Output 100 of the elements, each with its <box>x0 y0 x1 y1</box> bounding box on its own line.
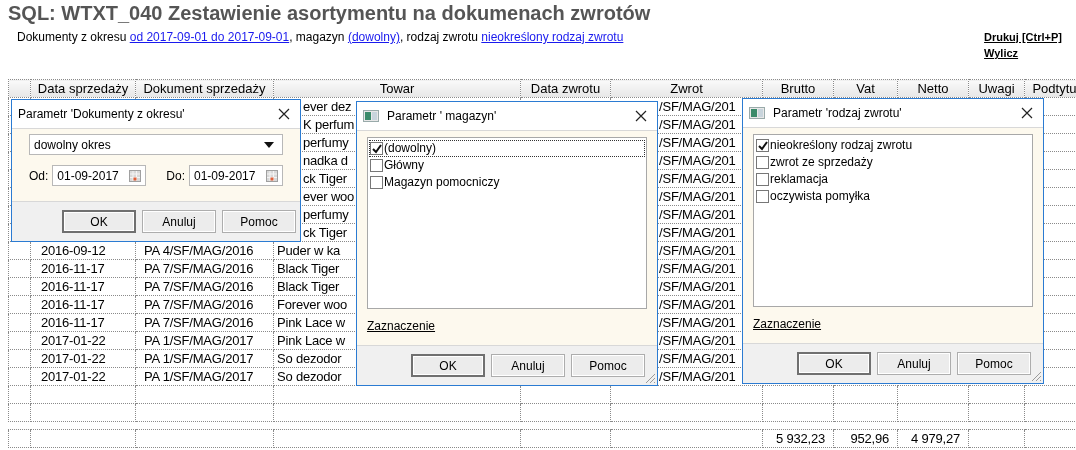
table-cell: PA 1/SF/MAG/2017 <box>144 351 254 366</box>
dialog-button[interactable]: OK <box>62 210 136 233</box>
filter-link[interactable]: (dowolny) <box>347 30 400 44</box>
column-header[interactable]: Netto <box>897 79 969 98</box>
table-cell: PA 1/SF/MAG/2017 <box>144 333 254 348</box>
checkbox[interactable] <box>756 139 769 152</box>
table-cell: /SF/MAG/201 <box>659 99 736 114</box>
resize-grip-icon <box>1030 370 1042 382</box>
list-item[interactable]: nieokreślony rodzaj zwrotu <box>755 137 1031 154</box>
dialog-button[interactable]: Pomoc <box>222 210 296 233</box>
dialog-title: Parametr ' magazyn' <box>387 109 498 123</box>
table-cell: /SF/MAG/201 <box>659 315 736 330</box>
checkbox[interactable] <box>370 159 383 172</box>
table-cell: /SF/MAG/201 <box>659 135 736 150</box>
table-cell: 952,96 <box>850 431 889 446</box>
dialog-button[interactable]: OK <box>797 352 871 375</box>
calendar-icon <box>129 169 142 182</box>
table-cell: 2016-11-17 <box>41 315 105 330</box>
table-cell: Forever woo <box>277 297 348 312</box>
filter-link[interactable]: nieokreślony rodzaj zwrotu <box>481 30 624 44</box>
table-cell: Black Tiger <box>277 279 340 294</box>
dialog-button[interactable]: Anuluj <box>877 352 951 375</box>
dialog-button[interactable]: Anuluj <box>491 354 565 377</box>
table-cell: 2016-09-12 <box>41 243 106 258</box>
table-cell: /SF/MAG/201 <box>659 243 736 258</box>
check-icon <box>371 143 382 154</box>
table-cell: 5 932,23 <box>776 431 825 446</box>
filter-sentence: Dokumenty z okresu od 2017-09-01 do 2017-09-01, magazyn (dowolny), rodzaj zwrotu nieokreślony rodzaj zwrotu <box>16 30 625 44</box>
table-cell: 2016-11-17 <box>41 279 105 294</box>
table-cell: 2017-01-22 <box>41 351 106 366</box>
column-header[interactable]: Data sprzedaży <box>30 79 136 98</box>
column-header[interactable]: Dokument sprzedaży <box>135 79 274 98</box>
list-item[interactable]: Magazyn pomocniczy <box>369 174 645 191</box>
column-header[interactable]: Podtytu <box>1024 79 1076 98</box>
selection-link[interactable]: Zaznaczenie <box>753 317 822 331</box>
table-cell: /SF/MAG/201 <box>659 225 736 240</box>
dialog-title: Parametr 'rodzaj zwrotu' <box>773 106 903 120</box>
checkbox[interactable] <box>756 190 769 203</box>
dialog-title: Parametr 'Dokumenty z okresu' <box>18 107 186 121</box>
dialog-button[interactable]: Pomoc <box>571 354 645 377</box>
field-label: Do: <box>166 168 185 183</box>
table-cell: perfumy <box>303 135 349 150</box>
table-cell: /SF/MAG/201 <box>659 117 736 132</box>
table-cell: 2017-01-22 <box>41 369 106 384</box>
checkbox[interactable] <box>756 156 769 169</box>
column-header[interactable]: Brutto <box>762 79 834 98</box>
table-cell: PA 1/SF/MAG/2017 <box>144 369 254 384</box>
selection-link[interactable]: Zaznaczenie <box>367 319 436 333</box>
resize-grip-icon <box>644 372 656 384</box>
list-item[interactable]: Główny <box>369 157 645 174</box>
list-item[interactable]: zwrot ze sprzedaży <box>755 154 1031 171</box>
checkbox[interactable] <box>370 142 383 155</box>
list-item[interactable]: (dowolny) <box>369 140 645 157</box>
list-item[interactable]: oczywista pomyłka <box>755 188 1031 205</box>
close-button[interactable] <box>278 108 290 120</box>
dropdown-arrow-icon <box>264 141 274 148</box>
close-icon <box>1021 107 1033 119</box>
action-link[interactable]: Drukuj [Ctrl+P] <box>984 30 1062 44</box>
date-field[interactable]: 01-09-2017 <box>189 165 283 186</box>
table-cell: PA 7/SF/MAG/2016 <box>144 279 254 294</box>
table-cell: /SF/MAG/201 <box>659 171 736 186</box>
report-title: SQL: WTXT_040 Zestawienie asortymentu na dokumenach zwrotów <box>8 1 651 24</box>
table-cell: perfumy <box>303 207 349 222</box>
check-icon <box>757 140 768 151</box>
period-dropdown[interactable]: dowolny okres <box>29 134 283 155</box>
checkbox[interactable] <box>756 173 769 186</box>
table-cell: ever woo <box>303 189 355 204</box>
dialog-button[interactable]: OK <box>411 354 485 377</box>
table-cell: /SF/MAG/201 <box>659 351 736 366</box>
close-button[interactable] <box>1021 107 1033 119</box>
list-item[interactable]: reklamacja <box>755 171 1031 188</box>
table-cell: PA 7/SF/MAG/2016 <box>144 315 254 330</box>
table-cell: ck Tiger <box>303 171 347 186</box>
table-cell: /SF/MAG/201 <box>659 189 736 204</box>
table-cell: /SF/MAG/201 <box>659 279 736 294</box>
column-header[interactable]: Zwrot <box>610 79 763 98</box>
table-cell: /SF/MAG/201 <box>659 297 736 312</box>
table-cell: So dezodor <box>277 369 342 384</box>
calendar-icon <box>266 169 278 182</box>
table-cell: PA 4/SF/MAG/2016 <box>144 243 254 258</box>
close-button[interactable] <box>635 110 647 122</box>
table-cell: 4 979,27 <box>911 431 960 446</box>
table-cell: Pink Lace w <box>277 333 345 348</box>
table-cell: PA 7/SF/MAG/2016 <box>144 261 254 276</box>
column-header[interactable]: Vat <box>833 79 898 98</box>
date-field[interactable]: 01-09-2017 <box>52 165 147 186</box>
table-cell: 2016-11-17 <box>41 297 105 312</box>
dialog-button[interactable]: Anuluj <box>142 210 216 233</box>
checkbox[interactable] <box>370 176 383 189</box>
action-link[interactable]: Wylicz <box>984 46 1019 60</box>
column-header[interactable]: Data zwrotu <box>520 79 611 98</box>
column-header[interactable]: Uwagi <box>968 79 1025 98</box>
table-cell: /SF/MAG/201 <box>659 153 736 168</box>
table-cell: ck Tiger <box>303 225 347 240</box>
field-label: Od: <box>29 168 49 183</box>
dialog-button[interactable]: Pomoc <box>957 352 1031 375</box>
table-cell: /SF/MAG/201 <box>659 333 736 348</box>
table-cell: Black Tiger <box>277 261 340 276</box>
table-cell: Pink Lace w <box>277 315 345 330</box>
column-header[interactable]: Towar <box>273 79 521 98</box>
